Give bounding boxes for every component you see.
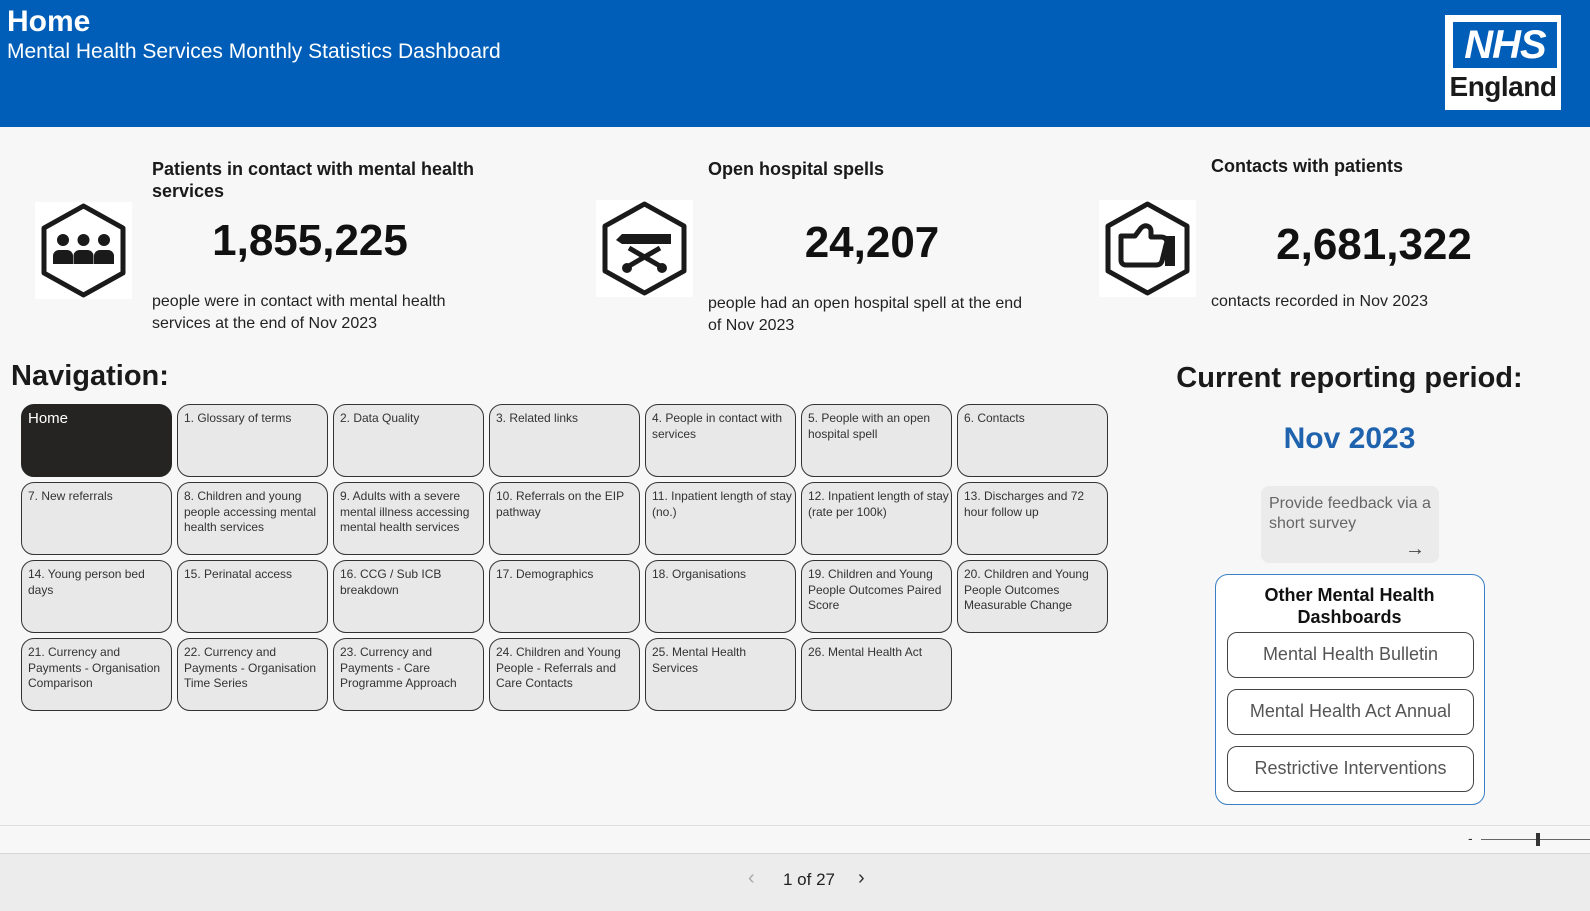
nav-button-cyp-measurable-change[interactable]: 20. Children and Young People Outcomes M… (957, 560, 1108, 633)
nav-button-related-links[interactable]: 3. Related links (489, 404, 640, 477)
nav-button-currency-time-series[interactable]: 22. Currency and Payments - Organisation… (177, 638, 328, 711)
nav-button-new-referrals[interactable]: 7. New referrals (21, 482, 172, 555)
nav-button-home[interactable]: Home (21, 404, 172, 477)
nav-button-contacts[interactable]: 6. Contacts (957, 404, 1108, 477)
nav-button-discharges[interactable]: 13. Discharges and 72 hour follow up (957, 482, 1108, 555)
nav-button-currency-org-comparison[interactable]: 21. Currency and Payments - Organisation… (21, 638, 172, 711)
kpi-patients-label: Patients in contact with mental health s… (152, 159, 475, 201)
feedback-button[interactable]: Provide feedback via a short survey → (1261, 486, 1439, 563)
arrow-right-icon: → (1405, 538, 1425, 560)
nav-button-mental-health-services[interactable]: 25. Mental Health Services (645, 638, 796, 711)
navigation-title: Navigation: (11, 360, 169, 392)
nav-button-cyp-referrals-contacts[interactable]: 24. Children and Young People - Referral… (489, 638, 640, 711)
reporting-period-title: Current reporting period: (1176, 362, 1523, 394)
mental-health-act-annual-link[interactable]: Mental Health Act Annual (1227, 689, 1474, 735)
nav-button-young-person-bed-days[interactable]: 14. Young person bed days (21, 560, 172, 633)
page-indicator: 1 of 27 (783, 870, 835, 889)
feedback-text: Provide feedback via a short survey (1269, 495, 1431, 532)
previous-page-button[interactable]: ‹ (748, 867, 755, 890)
nav-button-smi-access[interactable]: 9. Adults with a severe mental illness a… (333, 482, 484, 555)
next-page-button[interactable]: › (858, 867, 865, 890)
nav-button-organisations[interactable]: 18. Organisations (645, 560, 796, 633)
nav-button-currency-cpa[interactable]: 23. Currency and Payments - Care Program… (333, 638, 484, 711)
people-group-icon (35, 202, 132, 299)
nav-button-data-quality[interactable]: 2. Data Quality (333, 404, 484, 477)
nhs-england-logo: NHS England (1445, 15, 1561, 110)
handshake-icon (1099, 200, 1196, 297)
other-dashboards-panel: Other Mental Health Dashboards Mental He… (1215, 574, 1485, 805)
kpi-contacts-value: 2,681,322 (1276, 220, 1472, 269)
header-bar: Home Mental Health Services Monthly Stat… (0, 0, 1590, 127)
nav-button-eip-referrals[interactable]: 10. Referrals on the EIP pathway (489, 482, 640, 555)
nav-button-ccg-breakdown[interactable]: 16. CCG / Sub ICB breakdown (333, 560, 484, 633)
kpi-patients-value: 1,855,225 (212, 216, 408, 265)
kpi-spells-description: people had an open hospital spell at the… (708, 295, 1023, 334)
logo-england-text: England (1449, 71, 1557, 102)
zoom-out-button[interactable]: - (1468, 830, 1473, 846)
restrictive-interventions-link[interactable]: Restrictive Interventions (1227, 746, 1474, 792)
nav-button-demographics[interactable]: 17. Demographics (489, 560, 640, 633)
divider (0, 825, 1590, 826)
nav-button-inpatient-los-rate[interactable]: 12. Inpatient length of stay (rate per 1… (801, 482, 952, 555)
nav-button-people-in-contact[interactable]: 4. People in contact with services (645, 404, 796, 477)
nav-button-inpatient-los-no[interactable]: 11. Inpatient length of stay (no.) (645, 482, 796, 555)
logo-nhs-text: NHS (1453, 22, 1557, 68)
hospital-bed-icon (596, 200, 693, 297)
nav-button-mental-health-act[interactable]: 26. Mental Health Act (801, 638, 952, 711)
nav-button-cyp-paired-score[interactable]: 19. Children and Young People Outcomes P… (801, 560, 952, 633)
other-dashboards-title: Other Mental Health Dashboards (1264, 585, 1435, 627)
nav-button-open-hospital-spell[interactable]: 5. People with an open hospital spell (801, 404, 952, 477)
page-title: Home (7, 5, 91, 38)
kpi-contacts-description: contacts recorded in Nov 2023 (1211, 293, 1429, 310)
kpi-spells-label: Open hospital spells (708, 159, 885, 179)
nav-button-perinatal-access[interactable]: 15. Perinatal access (177, 560, 328, 633)
kpi-contacts-label: Contacts with patients (1211, 156, 1404, 176)
footer-bar: ‹ 1 of 27 › (0, 853, 1590, 911)
zoom-slider-handle[interactable] (1536, 833, 1540, 846)
mental-health-bulletin-link[interactable]: Mental Health Bulletin (1227, 632, 1474, 678)
nav-button-glossary[interactable]: 1. Glossary of terms (177, 404, 328, 477)
kpi-patients-description: people were in contact with mental healt… (152, 293, 446, 332)
page-subtitle: Mental Health Services Monthly Statistic… (7, 40, 501, 63)
kpi-spells-value: 24,207 (804, 218, 940, 267)
nav-button-cyp-access[interactable]: 8. Children and young people accessing m… (177, 482, 328, 555)
reporting-period-value: Nov 2023 (1283, 422, 1416, 455)
